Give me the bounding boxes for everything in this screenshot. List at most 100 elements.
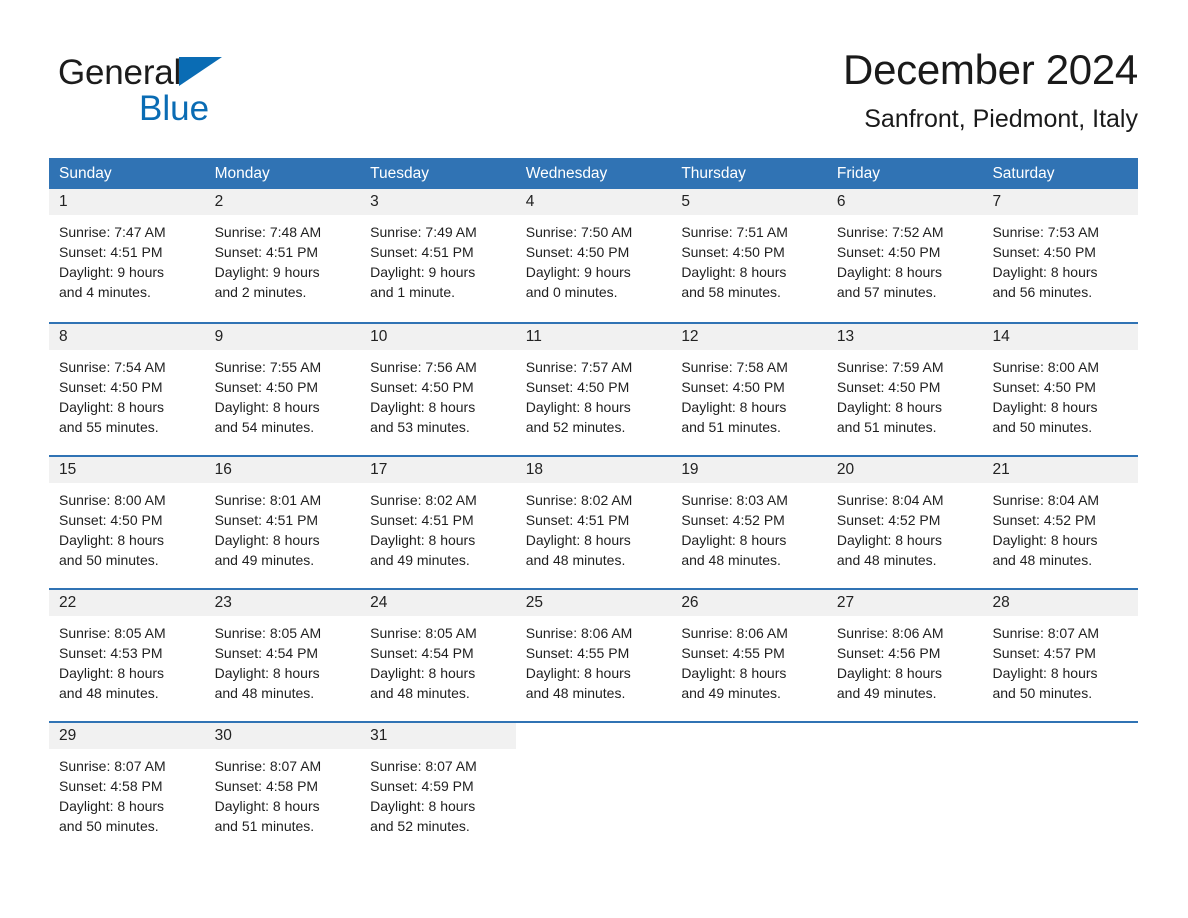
daylight-text-line2: and 58 minutes. [681,284,781,300]
day-number-band: 3 [360,189,516,215]
calendar-day-cell[interactable]: 27 Sunrise: 8:06 AM Sunset: 4:56 PM Dayligh… [826,590,983,721]
calendar-day-cell[interactable]: 5 Sunrise: 7:51 AM Sunset: 4:50 PM Daylight… [671,189,827,322]
daylight-text-line1: Daylight: 8 hours [992,665,1098,681]
sunset-text: Sunset: 4:50 PM [525,244,630,260]
calendar-day-cell-empty [515,723,672,854]
day-details: Sunrise: 8:07 AM Sunset: 4:57 PM Daylight:… [982,616,1138,703]
calendar-day-cell[interactable]: 30 Sunrise: 8:07 AM Sunset: 4:58 PM Dayligh… [204,723,361,854]
calendar-day-cell-empty [671,723,827,854]
calendar-day-cell[interactable]: 22 Sunrise: 8:05 AM Sunset: 4:53 PM Dayligh… [49,590,205,721]
calendar-day-cell-empty [826,723,983,854]
daylight-text-line2: and 51 minutes. [681,419,781,435]
calendar-day-cell[interactable]: 2 Sunrise: 7:48 AM Sunset: 4:51 PM Daylight… [204,189,361,322]
day-number-band: 25 [515,590,672,616]
day-details: Sunrise: 7:58 AM Sunset: 4:50 PM Daylight:… [671,350,827,437]
calendar-day-cell[interactable]: 29 Sunrise: 8:07 AM Sunset: 4:58 PM Dayligh… [49,723,205,854]
daylight-text-line1: Daylight: 8 hours [992,532,1098,548]
day-number-band: 27 [826,590,983,616]
daylight-text-line1: Daylight: 8 hours [214,665,320,681]
calendar-day-cell[interactable]: 4 Sunrise: 7:50 AM Sunset: 4:50 PM Daylight… [515,189,672,322]
day-number: 27 [836,594,855,611]
day-number-band [515,723,672,749]
calendar-day-cell[interactable]: 21 Sunrise: 8:04 AM Sunset: 4:52 PM Dayligh… [982,457,1139,588]
sunset-text: Sunset: 4:50 PM [59,379,163,395]
sunset-text: Sunset: 4:50 PM [59,512,163,528]
logo-word-general: General [58,53,182,92]
calendar-day-cell[interactable]: 28 Sunrise: 8:07 AM Sunset: 4:57 PM Dayligh… [982,590,1139,721]
daylight-text-line2: and 51 minutes. [214,818,315,834]
sunset-text: Sunset: 4:51 PM [59,244,163,260]
calendar-day-cell[interactable]: 16 Sunrise: 8:01 AM Sunset: 4:51 PM Dayligh… [204,457,361,588]
calendar-day-cell[interactable]: 14 Sunrise: 8:00 AM Sunset: 4:50 PM Dayligh… [982,324,1139,455]
sunrise-text: Sunrise: 8:01 AM [214,492,322,508]
day-number: 2 [214,193,224,210]
daylight-text-line2: and 48 minutes. [59,685,159,701]
weekday-header-tuesday: Tuesday [370,165,430,182]
day-details: Sunrise: 8:06 AM Sunset: 4:55 PM Daylight:… [671,616,827,703]
daylight-text-line1: Daylight: 8 hours [370,399,476,415]
calendar-day-cell[interactable]: 17 Sunrise: 8:02 AM Sunset: 4:51 PM Dayligh… [360,457,516,588]
day-number: 1 [59,193,68,210]
calendar-day-cell[interactable]: 31 Sunrise: 8:07 AM Sunset: 4:59 PM Dayligh… [360,723,516,854]
calendar-day-cell[interactable]: 6 Sunrise: 7:52 AM Sunset: 4:50 PM Daylight… [826,189,983,322]
calendar-day-cell[interactable]: 11 Sunrise: 7:57 AM Sunset: 4:50 PM Dayligh… [515,324,672,455]
calendar-day-cell[interactable]: 9 Sunrise: 7:55 AM Sunset: 4:50 PM Daylight… [204,324,361,455]
daylight-text-line2: and 48 minutes. [681,552,781,568]
calendar-week-row: 8 Sunrise: 7:54 AM Sunset: 4:50 PM Daylight… [49,322,1139,455]
calendar-day-cell[interactable]: 20 Sunrise: 8:04 AM Sunset: 4:52 PM Dayligh… [826,457,983,588]
general-blue-logo[interactable]: General Blue [58,52,278,130]
calendar-day-cell[interactable]: 3 Sunrise: 7:49 AM Sunset: 4:51 PM Daylight… [360,189,516,322]
sunset-text: Sunset: 4:51 PM [370,244,474,260]
day-number-band: 20 [826,457,983,483]
sunrise-text: Sunrise: 7:48 AM [214,224,322,240]
day-number: 13 [836,328,855,345]
day-number: 3 [370,193,379,210]
calendar-day-cell[interactable]: 24 Sunrise: 8:05 AM Sunset: 4:54 PM Dayligh… [360,590,516,721]
sunset-text: Sunset: 4:59 PM [370,778,474,794]
day-number: 31 [370,727,388,744]
sunrise-text: Sunrise: 8:05 AM [214,625,322,641]
day-details: Sunrise: 8:07 AM Sunset: 4:59 PM Daylight:… [360,749,516,836]
sunset-text: Sunset: 4:51 PM [370,512,474,528]
sunrise-text: Sunrise: 8:05 AM [59,625,166,641]
calendar-day-cell[interactable]: 18 Sunrise: 8:02 AM Sunset: 4:51 PM Dayligh… [515,457,672,588]
sunset-text: Sunset: 4:50 PM [525,379,630,395]
daylight-text-line1: Daylight: 9 hours [370,264,476,280]
daylight-text-line2: and 51 minutes. [836,419,937,435]
day-number-band [826,723,983,749]
sunset-text: Sunset: 4:56 PM [836,645,941,661]
day-details: Sunrise: 7:51 AM Sunset: 4:50 PM Daylight:… [671,215,827,302]
daylight-text-line1: Daylight: 8 hours [370,798,476,814]
day-number-band: 26 [671,590,827,616]
daylight-text-line1: Daylight: 8 hours [525,665,631,681]
day-number-band: 14 [982,324,1139,350]
daylight-text-line2: and 50 minutes. [992,685,1093,701]
calendar-day-cell[interactable]: 8 Sunrise: 7:54 AM Sunset: 4:50 PM Daylight… [49,324,205,455]
calendar-day-cell[interactable]: 15 Sunrise: 8:00 AM Sunset: 4:50 PM Dayligh… [49,457,205,588]
calendar-table: Sunday Monday Tuesday Wednesday Thursday… [49,158,1139,854]
calendar-day-cell[interactable]: 25 Sunrise: 8:06 AM Sunset: 4:55 PM Dayligh… [515,590,672,721]
calendar-week-row: 1 Sunrise: 7:47 AM Sunset: 4:51 PM Daylight… [49,189,1139,322]
triangle-icon [179,57,223,86]
location-subtitle: Sanfront, Piedmont, Italy [864,105,1138,133]
daylight-text-line1: Daylight: 8 hours [370,532,476,548]
calendar-day-cell[interactable]: 10 Sunrise: 7:56 AM Sunset: 4:50 PM Dayligh… [360,324,516,455]
calendar-week-row: 15 Sunrise: 8:00 AM Sunset: 4:50 PM Dayligh… [49,455,1139,588]
calendar-day-cell[interactable]: 13 Sunrise: 7:59 AM Sunset: 4:50 PM Dayligh… [826,324,983,455]
sunset-text: Sunset: 4:50 PM [681,244,785,260]
day-number-band: 15 [49,457,205,483]
daylight-text-line2: and 48 minutes. [214,685,315,701]
day-number: 4 [525,193,535,210]
sunset-text: Sunset: 4:54 PM [370,645,474,661]
sunrise-text: Sunrise: 8:00 AM [992,359,1100,375]
daylight-text-line2: and 57 minutes. [836,284,937,300]
calendar-day-cell[interactable]: 7 Sunrise: 7:53 AM Sunset: 4:50 PM Daylight… [982,189,1139,322]
calendar-day-cell[interactable]: 23 Sunrise: 8:05 AM Sunset: 4:54 PM Dayligh… [204,590,361,721]
day-number-band: 29 [49,723,205,749]
daylight-text-line2: and 50 minutes. [59,552,159,568]
calendar-day-cell[interactable]: 19 Sunrise: 8:03 AM Sunset: 4:52 PM Dayligh… [671,457,827,588]
calendar-day-cell[interactable]: 1 Sunrise: 7:47 AM Sunset: 4:51 PM Daylight… [49,189,205,322]
calendar-day-cell[interactable]: 12 Sunrise: 7:58 AM Sunset: 4:50 PM Dayligh… [671,324,827,455]
daylight-text-line2: and 56 minutes. [992,284,1093,300]
calendar-day-cell[interactable]: 26 Sunrise: 8:06 AM Sunset: 4:55 PM Dayligh… [671,590,827,721]
